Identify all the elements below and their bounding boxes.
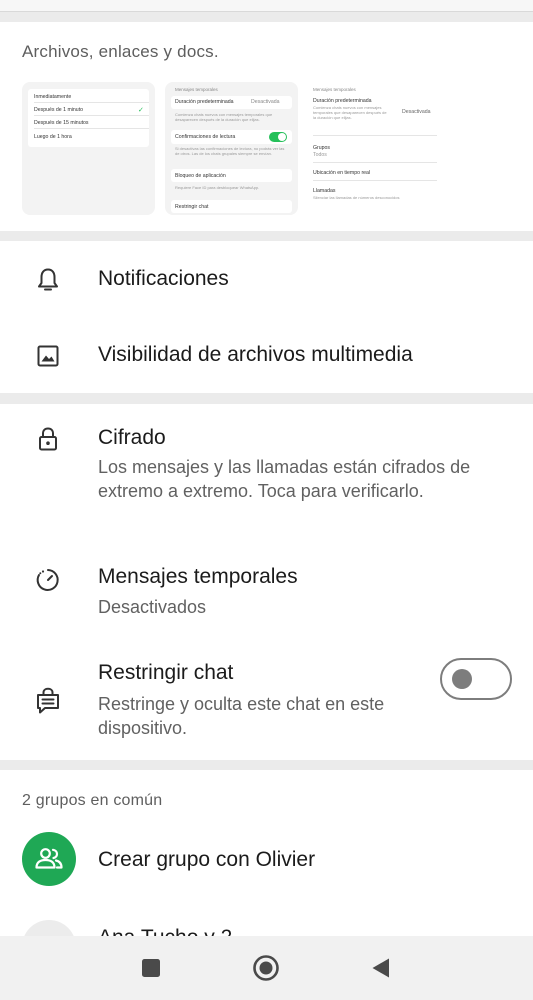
image-icon [33,341,63,371]
thumb3-duration-desc: Comienza chats nuevos con mensajes tempo… [313,105,387,120]
thumb3-groups-label: Grupos [313,145,331,151]
square-icon [142,959,160,977]
thumb3-header: Mensajes temporales [313,87,356,92]
thumb3-duration-value: Desactivada [402,109,431,115]
toggle-knob [452,669,472,689]
thumb3-groups-value: Todos [313,152,327,158]
thumb2-restrict: Restringir chat [175,204,209,210]
disappearing-title: Mensajes temporales [98,565,298,588]
restrict-chat-row[interactable]: Restringir chat Restringe y oculta este … [0,648,533,760]
restrict-subtitle: Restringe y oculta este chat en este dis… [98,694,385,738]
recents-button[interactable] [137,954,165,982]
restrict-chat-toggle[interactable] [440,658,512,700]
thumb2-duration-desc: Comienza chats nuevos con mensajes tempo… [175,112,273,122]
create-group-row[interactable]: Crear grupo con Olivier [0,820,533,898]
thumb1-option-4: Luego de 1 hora [34,134,72,140]
lock-icon [33,424,63,454]
media-thumbnail-2[interactable]: Mensajes temporales Duración predetermin… [165,82,298,215]
thumb2-app-lock-desc: Requiere Face ID para desbloquear WhatsA… [175,185,260,190]
media-visibility-title: Visibilidad de archivos multimedia [98,343,413,366]
notifications-row[interactable]: Notificaciones [0,241,533,317]
media-section: Archivos, enlaces y docs. Inmediatamente… [0,22,533,231]
notifications-title: Notificaciones [98,267,229,290]
encryption-subtitle: Los mensajes y las llamadas están cifrad… [98,457,471,501]
back-triangle-icon [372,958,389,978]
chat-lock-icon [33,686,63,716]
check-icon: ✓ [138,107,144,114]
timer-icon [33,565,63,595]
privacy-section: Cifrado Los mensajes y las llamadas está… [0,404,533,760]
encryption-title: Cifrado [98,426,166,449]
media-thumbnail-1[interactable]: Inmediatamente Después de 1 minuto ✓ Des… [22,82,155,215]
add-group-avatar [22,832,76,886]
thumb3-location-label: Ubicación en tiempo real [313,170,371,176]
encryption-row[interactable]: Cifrado Los mensajes y las llamadas está… [0,404,533,538]
back-button[interactable] [367,954,395,982]
thumb1-option-1: Inmediatamente [34,94,72,100]
media-section-title: Archivos, enlaces y docs. [22,42,219,61]
groups-heading: 2 grupos en común [22,792,163,809]
group-add-icon [35,848,63,869]
create-group-title: Crear grupo con Olivier [98,848,316,871]
thumb2-header: Mensajes temporales [175,87,218,92]
circle-icon [253,955,279,981]
thumb2-toggle-on [269,132,287,142]
thumb2-read-receipts: Confirmaciones de lectura [175,134,236,140]
restrict-title: Restringir chat [98,661,234,684]
thumb3-calls-label: Llamadas [313,188,336,194]
thumb2-duration-value: Desactivada [251,99,280,105]
thumb2-app-lock: Bloqueo de aplicación [175,173,226,179]
thumb3-calls-value: Silenciar las llamadas de números descon… [313,195,400,200]
media-visibility-row[interactable]: Visibilidad de archivos multimedia [0,317,533,393]
system-navigation-bar [0,936,533,1000]
thumb2-duration-label: Duración predeterminada [175,99,234,105]
thumb1-option-2: Después de 1 minuto [34,107,84,113]
thumb1-option-3: Después de 15 minutos [34,120,89,126]
thumb2-read-desc: Si desactivas las confirmaciones de lect… [175,146,285,156]
notifications-section: Notificaciones Visibilidad de archivos m… [0,241,533,393]
groups-in-common-section: 2 grupos en común Crear grupo con Olivie… [0,770,533,974]
disappearing-messages-row[interactable]: Mensajes temporales Desactivados [0,538,533,648]
media-thumbnail-3[interactable]: Mensajes temporales Duración predetermin… [307,82,440,215]
bell-icon [33,265,63,295]
disappearing-subtitle: Desactivados [98,597,207,617]
home-button[interactable] [252,954,280,982]
thumb3-duration-label: Duración predeterminada [313,98,372,104]
top-strip [0,0,533,12]
